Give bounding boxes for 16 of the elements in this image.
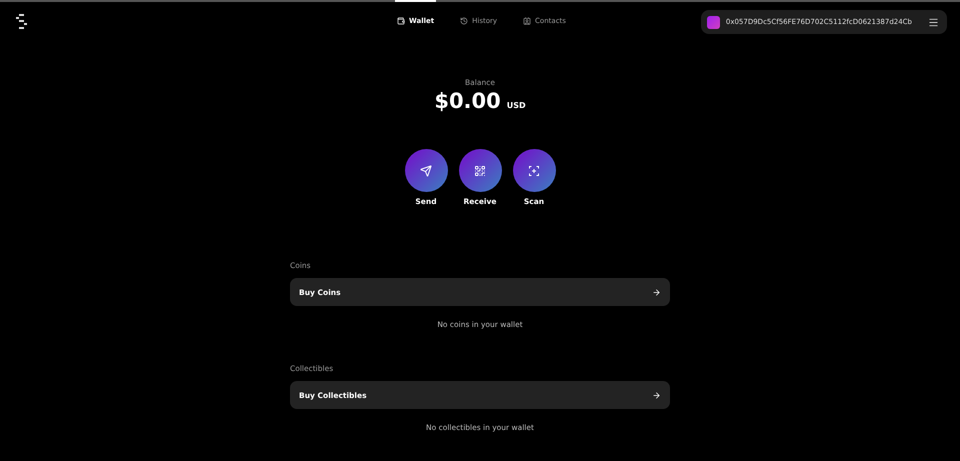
avatar-icon [706,16,720,28]
scan-button[interactable] [512,149,556,192]
send-icon [420,164,432,176]
history-icon [460,17,468,25]
arrow-icon [652,288,661,296]
currency-label: USD [506,101,526,110]
send-button[interactable] [404,149,448,192]
wallet-icon [397,17,406,25]
qr-code-icon [474,164,486,176]
receive-button[interactable] [458,149,502,192]
scan-icon [528,164,540,176]
menu-icon[interactable] [928,16,939,28]
logo-icon [16,14,27,30]
contact-icon [523,17,532,25]
balance-amount: $0.00 [434,89,501,113]
arrow-icon [652,390,661,400]
